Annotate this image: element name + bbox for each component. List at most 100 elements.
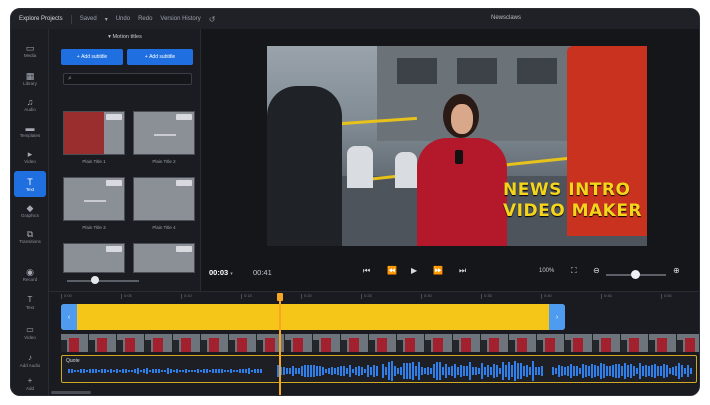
waveform-bar [185, 369, 187, 373]
rail-item-record[interactable]: ◉ Record [14, 261, 46, 287]
zoom-level[interactable]: 100% [539, 268, 554, 274]
record-icon: ◉ [26, 266, 34, 277]
library-icon: ▦ [25, 70, 35, 81]
title-thumbnail-2[interactable] [133, 111, 195, 155]
waveform-bar [161, 370, 163, 372]
video-frame [369, 334, 397, 352]
clip-trim-handle-left[interactable]: ‹ [61, 304, 77, 330]
text-clip[interactable]: ‹ › [61, 304, 565, 330]
title-overlay[interactable]: NEWS INTRO VIDEO MAKER [503, 180, 647, 222]
rail-item-audio[interactable]: ♫ Audio [14, 91, 46, 117]
waveform-bar [427, 367, 429, 375]
ruler-label: 0:00 [64, 293, 72, 298]
waveform-bar [439, 362, 441, 380]
title-thumbnail-5[interactable] [63, 243, 125, 273]
rail-item-library[interactable]: ▦ Library [14, 65, 46, 91]
waveform-bar [361, 367, 363, 375]
fast-forward-icon[interactable]: ⏩ [433, 266, 443, 275]
thumbnail-size-slider[interactable] [67, 280, 139, 282]
waveform-bar [301, 366, 303, 376]
add-subtitle-button-2[interactable]: + Add subtitle [127, 49, 193, 65]
play-icon[interactable]: ▶ [411, 266, 417, 275]
waveform-bar [322, 367, 324, 375]
undo-icon[interactable]: ↺ [209, 15, 216, 24]
title-thumbnail-3[interactable] [63, 177, 125, 221]
rail-label: Templates [19, 132, 41, 138]
video-frame [89, 334, 117, 352]
ruler-tick [241, 294, 242, 299]
time-ruler[interactable]: 0:00 0:05 0:10 0:15 0:20 0:25 0:30 0:35 0:40 0:45… [61, 292, 699, 302]
waveform-bar [304, 365, 306, 377]
waveform-bar [245, 369, 247, 373]
video-frame [649, 334, 677, 352]
waveform-bar [451, 366, 453, 376]
rail-item-media[interactable]: ▭ Media [14, 37, 46, 63]
zoom-in-icon[interactable]: ⊕ [673, 266, 680, 275]
waveform-bar [612, 365, 614, 377]
add-track-button[interactable]: Add [11, 386, 49, 391]
ruler-label: 0:40 [544, 293, 552, 298]
video-frame [201, 334, 229, 352]
skip-end-icon[interactable]: ⏭ [459, 266, 466, 276]
waveform-bar [125, 369, 127, 373]
fullscreen-icon[interactable]: ⛶ [571, 266, 577, 276]
waveform-bar [541, 366, 543, 376]
tab-redo[interactable]: Redo [138, 16, 152, 22]
ruler-tick [61, 294, 62, 299]
waveform-bar [442, 367, 444, 375]
video-frame [481, 334, 509, 352]
waveform-bar [520, 363, 522, 379]
add-track-icon[interactable]: + [11, 376, 49, 385]
slider-handle[interactable] [91, 276, 99, 284]
zoom-out-icon[interactable]: ⊖ [593, 266, 600, 275]
waveform-bar [254, 369, 256, 373]
video-frame [397, 334, 425, 352]
waveform-bar [77, 370, 79, 372]
overlay-line-1: NEWS INTRO [503, 180, 631, 200]
rail-label: Transitions [19, 238, 41, 244]
audio-track-icon[interactable]: ♪ [11, 353, 49, 362]
waveform-bar [430, 368, 432, 374]
ruler-tick [481, 294, 482, 299]
title-thumbnail-6[interactable] [133, 243, 195, 273]
waveform-bar [248, 368, 250, 374]
playhead-handle[interactable] [277, 293, 283, 301]
tab-undo[interactable]: Undo [116, 16, 130, 22]
title-thumbnail-4[interactable] [133, 177, 195, 221]
add-audio-button[interactable]: Add Audio [11, 363, 49, 368]
current-time[interactable]: 00:03 ▾ [209, 268, 233, 277]
project-name[interactable]: Explore Projects [19, 16, 63, 22]
audio-track[interactable]: Quote [61, 355, 697, 383]
video-preview[interactable]: NEWS INTRO VIDEO MAKER [267, 46, 647, 246]
rail-item-text[interactable]: T Text [14, 171, 46, 197]
slider-handle[interactable] [631, 270, 640, 279]
timeline-scrollbar[interactable] [51, 391, 91, 394]
waveform-bar [158, 369, 160, 373]
rewind-icon[interactable]: ⏪ [387, 266, 397, 275]
tab-saved[interactable]: Saved [80, 16, 97, 22]
folder-icon: ▭ [25, 42, 35, 53]
rail-item-transitions[interactable]: ⧉ Transitions [14, 223, 46, 249]
waveform-bar [224, 370, 226, 372]
clip-trim-handle-right[interactable]: › [549, 304, 565, 330]
rail-item-templates[interactable]: ▬ Templates [14, 117, 46, 143]
waveform-bar [98, 370, 100, 372]
playhead[interactable] [279, 293, 281, 395]
skip-start-icon[interactable]: ⏮ [363, 266, 370, 276]
rail-label: Graphics [20, 212, 39, 218]
waveform-bar [621, 366, 623, 376]
panel-title[interactable]: ▾ Motion titles [49, 34, 201, 40]
ruler-tick [661, 294, 662, 299]
title-thumbnail-1[interactable] [63, 111, 125, 155]
chevron-down-icon[interactable]: ▾ [105, 16, 108, 23]
video-track[interactable] [61, 334, 699, 352]
tab-version-history[interactable]: Version History [160, 16, 200, 22]
add-subtitle-button[interactable]: + Add subtitle [61, 49, 123, 65]
search-input[interactable]: ⌕ [63, 73, 192, 85]
waveform-bar [334, 368, 336, 374]
waveform-bar [606, 366, 608, 376]
button-label: Add subtitle [81, 54, 108, 60]
rail-item-graphics[interactable]: ◆ Graphics [14, 197, 46, 223]
waveform-bar [532, 361, 534, 381]
rail-item-video[interactable]: ▸ Video [14, 143, 46, 169]
